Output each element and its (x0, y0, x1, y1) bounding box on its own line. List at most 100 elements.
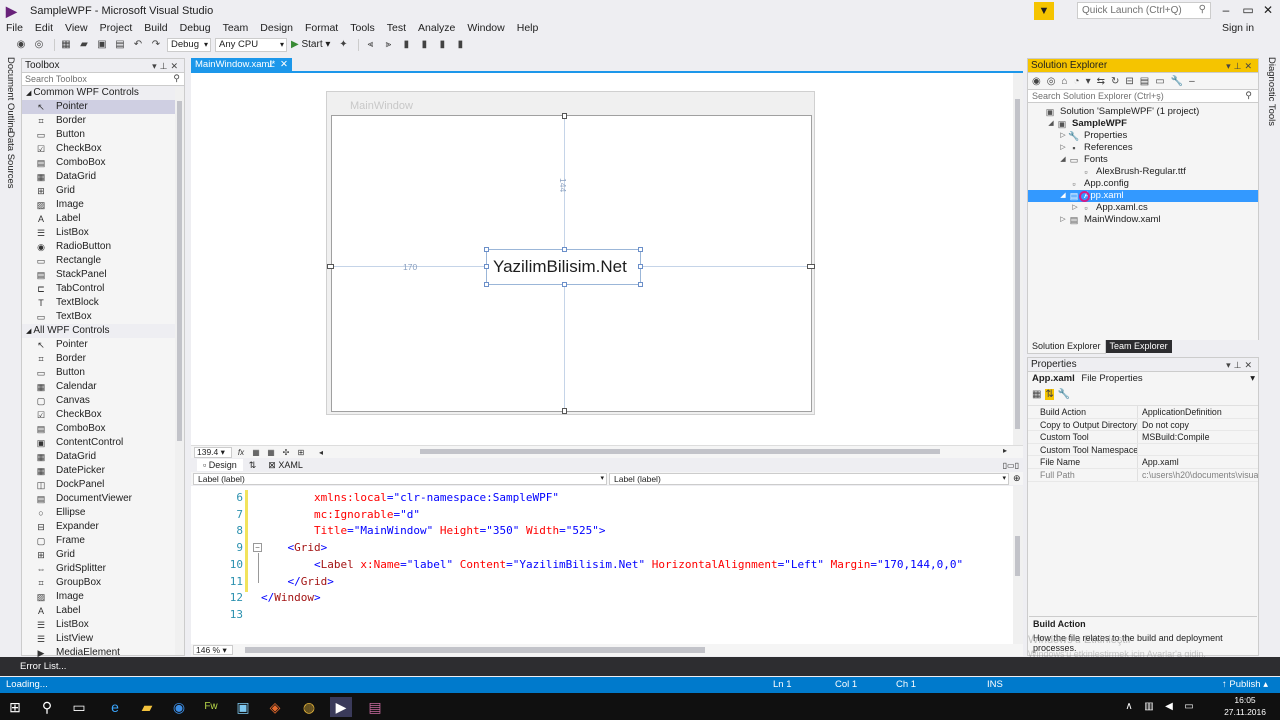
editor-zoom-select[interactable]: 146 % ▾ (193, 645, 233, 655)
publish-button[interactable]: ↑ Publish ▴ (1222, 677, 1268, 693)
home-icon[interactable]: ⌂ (1061, 76, 1067, 87)
collapse-all-icon[interactable]: ⊟ (1125, 76, 1133, 87)
menu-help[interactable]: Help (511, 21, 545, 36)
windows-start-icon[interactable]: ⊞ (4, 697, 26, 717)
toolbox-item-textbox[interactable]: ▭ TextBox (22, 310, 184, 324)
menu-analyze[interactable]: Analyze (412, 21, 461, 36)
start-button[interactable]: ▶ Start ▾ (291, 39, 330, 50)
bookmark-icon[interactable]: ▮ (399, 38, 413, 52)
toolbox-item-image[interactable]: ▨ Image (22, 590, 184, 604)
toolbox-item-datagrid[interactable]: ▦ DataGrid (22, 170, 184, 184)
tab-team-explorer[interactable]: Team Explorer (1105, 340, 1172, 353)
property-row[interactable]: File Name App.xaml (1028, 456, 1258, 469)
expand-arrow-icon[interactable]: ▷ (1058, 130, 1068, 142)
editor-vertical-scrollbar[interactable] (1013, 486, 1023, 644)
designer-vertical-scrollbar[interactable] (1013, 73, 1023, 445)
split-view-icon[interactable]: ▯▭▯ (1003, 461, 1019, 470)
tree-item[interactable]: ▫ AlexBrush-Regular.ttf (1028, 166, 1258, 178)
property-row[interactable]: Build Action ApplicationDefinition (1028, 406, 1258, 419)
toolbox-item-contentcontrol[interactable]: ▣ ContentControl (22, 436, 184, 450)
toolbox-item-checkbox[interactable]: ☑ CheckBox (22, 408, 184, 422)
toolbox-group-header[interactable]: ◢ All WPF Controls (22, 324, 184, 338)
toolbox-item-ellipse[interactable]: ○ Ellipse (22, 506, 184, 520)
properties-icon[interactable]: 🔧 (1171, 76, 1183, 87)
close-icon[interactable]: ✕ (1244, 360, 1255, 370)
sign-in-link[interactable]: Sign in (1222, 22, 1254, 34)
toolbox-item-dockpanel[interactable]: ◫ DockPanel (22, 478, 184, 492)
toolbox-item-frame[interactable]: ▢ Frame (22, 534, 184, 548)
element-combo-left[interactable]: Label (label) ▾ (193, 472, 607, 485)
add-split-icon[interactable]: ⊕ (1013, 473, 1021, 484)
property-value[interactable]: MSBuild:Compile (1138, 431, 1258, 443)
dropdown-icon[interactable]: ▾ (1226, 61, 1234, 71)
property-value[interactable]: App.xaml (1138, 456, 1258, 468)
save-icon[interactable]: ▣ (95, 38, 109, 52)
pin-icon[interactable]: ⊥ (267, 58, 275, 72)
toolbox-item-expander[interactable]: ⊟ Expander (22, 520, 184, 534)
taskbar-clock[interactable]: 16:05 27.11.2016 (1224, 694, 1266, 718)
menu-build[interactable]: Build (138, 21, 173, 36)
toolbox-item-listbox[interactable]: ☰ ListBox (22, 618, 184, 632)
toolbox-item-button[interactable]: ▭ Button (22, 128, 184, 142)
categorized-icon[interactable]: ▦ (1032, 389, 1041, 400)
forward-icon[interactable]: ◎ (1047, 76, 1056, 87)
toolbox-item-groupbox[interactable]: ⌗ GroupBox (22, 576, 184, 590)
property-value[interactable]: ApplicationDefinition (1138, 406, 1258, 418)
toolbox-item-listview[interactable]: ☰ ListView (22, 632, 184, 646)
toolbox-item-tabcontrol[interactable]: ⊏ TabControl (22, 282, 184, 296)
redo-icon[interactable]: ↷ (149, 38, 163, 52)
volume-icon[interactable]: ◀ (1158, 697, 1180, 717)
bookmark-clear-icon[interactable]: ▮ (453, 38, 467, 52)
notification-filter-icon[interactable]: ▼ (1034, 2, 1054, 20)
quick-launch-input[interactable]: Quick Launch (Ctrl+Q) ⚲ (1077, 2, 1211, 19)
preview-icon[interactable]: ▭ (1155, 76, 1164, 87)
property-row[interactable]: Custom Tool MSBuild:Compile (1028, 431, 1258, 444)
toolbox-scrollbar[interactable] (175, 87, 184, 655)
task-view-icon[interactable]: ▭ (68, 697, 90, 717)
toolbox-item-datepicker[interactable]: ▦ DatePicker (22, 464, 184, 478)
toolbox-item-image[interactable]: ▨ Image (22, 198, 184, 212)
tree-item[interactable]: ▷ 🔧 Properties (1028, 130, 1258, 142)
app-icon[interactable]: ◈ (264, 697, 286, 717)
property-value[interactable] (1138, 444, 1258, 456)
align-right-icon[interactable]: ⫸ (381, 38, 395, 52)
close-tab-icon[interactable]: ✕ (280, 58, 288, 72)
menu-project[interactable]: Project (94, 21, 139, 36)
tree-item[interactable]: ▫ App.config (1028, 178, 1258, 190)
tab-design[interactable]: ▫ Design (197, 459, 243, 471)
sync-icon[interactable]: ⇆ (1097, 76, 1105, 87)
search-icon[interactable]: ⚲ (36, 697, 58, 717)
anchor-left-icon[interactable] (327, 264, 334, 269)
refresh-icon[interactable]: ↻ (1111, 76, 1119, 87)
toolbox-item-pointer[interactable]: ↖ Pointer (22, 100, 184, 114)
toolbox-item-border[interactable]: ⌗ Border (22, 352, 184, 366)
menu-debug[interactable]: Debug (174, 21, 217, 36)
scroll-right-icon[interactable]: ▸ (1003, 446, 1007, 455)
minimize-button[interactable]: – (1216, 2, 1236, 18)
snap-lines-icon[interactable]: ⊞ (295, 447, 307, 458)
open-file-icon[interactable]: ▰ (77, 38, 91, 52)
tree-item[interactable]: ▣ Solution 'SampleWPF' (1 project) (1028, 106, 1258, 118)
resize-handle[interactable] (638, 264, 643, 269)
resize-handle[interactable] (562, 247, 567, 252)
language-icon[interactable]: ▭ (1178, 697, 1200, 717)
bookmark-prev-icon[interactable]: ▮ (417, 38, 431, 52)
tree-item[interactable]: ◢ ▤ App.xaml (1028, 190, 1258, 202)
toolbox-item-grid[interactable]: ⊞ Grid (22, 184, 184, 198)
close-button[interactable]: ✕ (1258, 2, 1278, 18)
designer-horizontal-scrollbar[interactable] (320, 447, 1000, 455)
configuration-select[interactable]: Debug ▾ (167, 37, 211, 52)
pending-changes-icon[interactable]: ▾ (1086, 76, 1091, 87)
pin-icon[interactable]: ⊥ (1234, 360, 1245, 370)
xaml-code-editor[interactable]: 6 xmlns:local="clr-namespace:SampleWPF" 7… (191, 486, 1023, 644)
align-left-icon[interactable]: ⫷ (363, 38, 377, 52)
menu-tools[interactable]: Tools (344, 21, 381, 36)
toolbox-item-checkbox[interactable]: ☑ CheckBox (22, 142, 184, 156)
expand-arrow-icon[interactable]: ▷ (1058, 142, 1068, 154)
tree-item[interactable]: ◢ ▣ SampleWPF (1028, 118, 1258, 130)
toolbox-item-datagrid[interactable]: ▦ DataGrid (22, 450, 184, 464)
app-icon[interactable]: ▤ (364, 697, 386, 717)
toolbox-item-border[interactable]: ⌗ Border (22, 114, 184, 128)
edge-browser-icon[interactable]: e (104, 697, 126, 717)
toolbox-item-combobox[interactable]: ▤ ComboBox (22, 156, 184, 170)
